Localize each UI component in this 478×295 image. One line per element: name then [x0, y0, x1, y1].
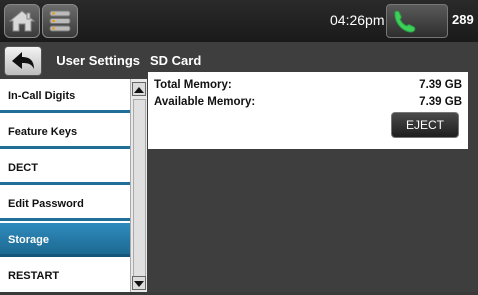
sidebar-item-label: Feature Keys — [8, 126, 78, 138]
home-button[interactable] — [4, 4, 40, 38]
status-bar: 04:26pm 289 — [0, 0, 478, 42]
sidebar-item-label: RESTART — [8, 270, 60, 282]
settings-menu: In-Call Digits Feature Keys DECT Edit Pa… — [0, 79, 130, 292]
sidebar-item-dect[interactable]: DECT — [0, 151, 130, 185]
scroll-thumb[interactable] — [133, 99, 146, 289]
sidebar-item-label: DECT — [8, 162, 38, 174]
settings-screen: User Settings SD Card In-Call Digits Fea… — [0, 42, 478, 292]
scroll-up-button[interactable] — [132, 82, 146, 96]
back-button[interactable] — [4, 46, 42, 76]
sd-card-panel: Total Memory: 7.39 GB Available Memory: … — [148, 72, 468, 149]
arrow-down-icon — [134, 281, 144, 287]
available-memory-label: Available Memory: — [154, 96, 256, 108]
home-icon — [9, 10, 35, 32]
arrow-up-icon — [134, 87, 144, 93]
extension-number: 289 — [452, 12, 474, 27]
phone-icon — [394, 10, 416, 33]
menu-button[interactable] — [42, 4, 78, 38]
eject-button[interactable]: EJECT — [391, 112, 459, 138]
menu-icon — [49, 10, 71, 32]
page-title: SD Card — [150, 53, 202, 68]
total-memory-value: 7.39 GB — [419, 79, 462, 91]
scroll-down-button[interactable] — [132, 276, 146, 290]
line-button[interactable] — [386, 4, 448, 38]
sidebar-item-label: Edit Password — [8, 198, 84, 210]
total-memory-label: Total Memory: — [154, 79, 232, 91]
sidebar-item-label: Storage — [8, 234, 49, 246]
sidebar-item-label: In-Call Digits — [8, 90, 76, 102]
sidebar-item-in-call-digits[interactable]: In-Call Digits — [0, 79, 130, 113]
sidebar-item-feature-keys[interactable]: Feature Keys — [0, 115, 130, 149]
breadcrumb: User Settings — [56, 53, 140, 68]
sidebar-item-edit-password[interactable]: Edit Password — [0, 187, 130, 221]
back-arrow-icon — [12, 52, 34, 69]
sidebar-item-restart[interactable]: RESTART — [0, 259, 130, 292]
available-memory-value: 7.39 GB — [419, 96, 462, 108]
sidebar-scrollbar[interactable] — [130, 79, 147, 292]
sidebar-item-storage[interactable]: Storage — [0, 223, 130, 257]
clock: 04:26pm — [330, 12, 385, 28]
